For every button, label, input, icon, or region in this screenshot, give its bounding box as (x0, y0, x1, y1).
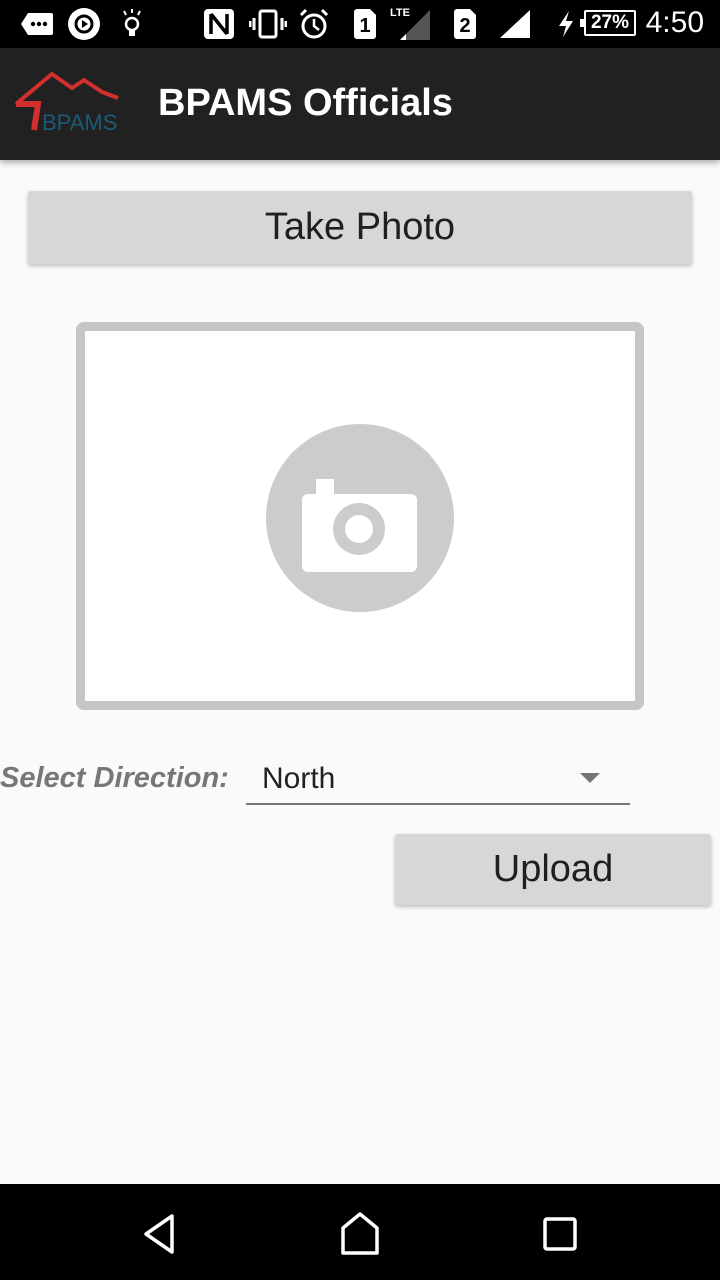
battery-percent: 27% (590, 12, 630, 33)
play-icon (67, 8, 101, 40)
direction-value: North (262, 762, 336, 795)
recents-icon[interactable] (536, 1212, 584, 1256)
select-direction-label: Select Direction: (0, 762, 229, 794)
app-logo: BPAMS (8, 66, 148, 142)
take-photo-button[interactable]: Take Photo (28, 191, 692, 264)
sim1-icon: 1 (352, 8, 378, 40)
alarm-icon (298, 8, 330, 40)
navigation-bar (0, 1184, 720, 1280)
lightbulb-icon (120, 8, 144, 40)
vibrate-icon (249, 8, 287, 40)
battery-icon: 27% (580, 10, 636, 36)
svg-text:LTE: LTE (390, 7, 410, 19)
lte-signal-icon: LTE (390, 7, 432, 40)
signal-icon (498, 8, 532, 40)
charging-icon (556, 8, 576, 40)
clock: 4:50 (645, 6, 704, 39)
sim2-icon: 2 (452, 8, 478, 40)
more-notifications-icon (20, 8, 54, 40)
app-bar: BPAMS BPAMS Officials (0, 48, 720, 160)
nfc-icon (203, 8, 235, 40)
photo-preview[interactable] (76, 322, 644, 710)
home-icon[interactable] (336, 1212, 384, 1256)
upload-button[interactable]: Upload (395, 834, 711, 905)
svg-text:2: 2 (459, 15, 470, 37)
camera-icon (266, 424, 454, 612)
dropdown-arrow-icon (580, 773, 600, 783)
svg-text:BPAMS: BPAMS (42, 110, 117, 135)
svg-text:1: 1 (359, 15, 370, 37)
status-bar: 1 LTE 2 27% 4:50 (0, 0, 720, 48)
app-title: BPAMS Officials (158, 82, 453, 124)
direction-spinner[interactable]: North (246, 755, 630, 805)
back-icon[interactable] (136, 1212, 184, 1256)
